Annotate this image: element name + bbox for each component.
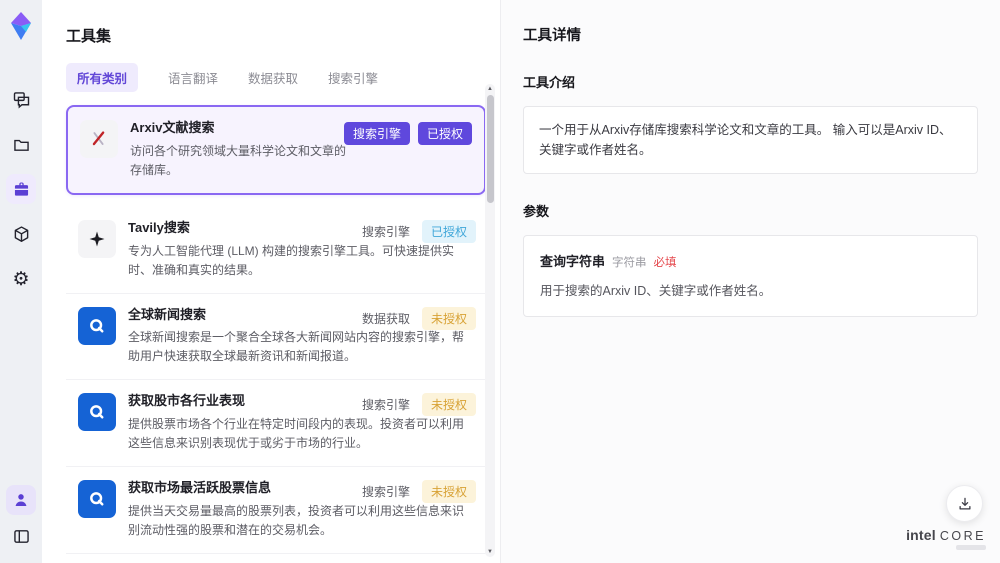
category-tabs: 所有类别 语言翻译 数据获取 搜索引擎 <box>66 63 500 92</box>
tool-card[interactable]: 全球新闻搜索 全球新闻搜索是一个聚合全球各大新闻网站内容的搜索引擎，帮助用户快速获… <box>66 293 486 381</box>
nav-icons: ⚙ <box>6 84 36 294</box>
category-badge: 搜索引擎 <box>361 398 410 413</box>
category-badge: 数据获取 <box>361 311 410 326</box>
category-tab[interactable]: 数据获取 <box>248 68 298 87</box>
arxiv-icon <box>80 120 118 158</box>
tool-description: 访问各个研究领域大量科学论文和文章的存储库。 <box>130 143 347 177</box>
scroll-up-arrow[interactable]: ▲ <box>485 84 495 94</box>
scrollbar-thumb[interactable] <box>486 95 494 203</box>
active-stocks-icon <box>78 480 116 519</box>
auth-status-badge: 未授权 <box>421 393 476 417</box>
category-badge: 搜索引擎 <box>361 485 410 500</box>
auth-status-badge: 未授权 <box>421 480 476 504</box>
global-news-search-icon <box>78 306 116 345</box>
auth-status-badge: 未授权 <box>421 306 476 330</box>
param-name: 查询字符串 <box>540 254 606 269</box>
intro-box: 一个用于从Arxiv存储库搜索科学论文和文章的工具。 输入可以是Arxiv ID… <box>523 106 978 174</box>
download-button[interactable] <box>946 485 983 522</box>
param-type: 字符串 <box>612 257 647 269</box>
tool-description: 提供当天交易量最高的股票列表，投资者可以利用这些信息来识别流动性强的股票和潜在的… <box>128 504 465 538</box>
page-title: 工具集 <box>66 28 112 45</box>
tool-card[interactable]: Tavily搜索 专为人工智能代理 (LLM) 构建的搜索引擎工具。可快速提供实时… <box>66 206 486 294</box>
tool-card[interactable]: 获取股市各行业表现 提供股票市场各个行业在特定时间段内的表现。投资者可以利用这些信… <box>66 380 486 468</box>
tool-detail-panel: 工具详情 工具介绍 一个用于从Arxiv存储库搜索科学论文和文章的工具。 输入可… <box>500 0 1000 563</box>
tool-list: Arxiv文献搜索 访问各个研究领域大量科学论文和文章的存储库。 搜索引擎 已授权 Ta… <box>66 105 486 563</box>
tool-card[interactable]: Arxiv文献搜索 访问各个研究领域大量科学论文和文章的存储库。 搜索引擎 已授权 <box>66 105 486 195</box>
param-description: 用于搜索的Arxiv ID、关键字或作者姓名。 <box>540 284 772 298</box>
scrollbar[interactable]: ▲ ▼ <box>485 84 495 557</box>
cube-icon[interactable] <box>6 219 36 249</box>
tool-description: 专为人工智能代理 (LLM) 构建的搜索引擎工具。可快速提供实时、准确和真实的结… <box>128 243 455 277</box>
tool-card[interactable]: 获取市场最活跃股票信息 提供当天交易量最高的股票列表，投资者可以利用这些信息来识别… <box>66 467 486 554</box>
nav-rail: ⚙ <box>0 0 42 563</box>
nav-bottom-icons <box>6 485 36 551</box>
category-badge: 搜索引擎 <box>361 224 410 239</box>
brand-subline <box>956 545 986 550</box>
profile-icon[interactable] <box>6 485 36 515</box>
param-box: 查询字符串 字符串 必填 用于搜索的Arxiv ID、关键字或作者姓名。 <box>523 235 978 317</box>
tool-description: 提供股票市场各个行业在特定时间段内的表现。投资者可以利用这些信息来识别表现优于或… <box>128 417 465 451</box>
core-wordmark: core <box>939 528 986 543</box>
category-badge: 搜索引擎 <box>343 122 410 145</box>
scroll-down-arrow[interactable]: ▼ <box>485 547 495 557</box>
intro-heading: 工具介绍 <box>523 75 576 90</box>
gear-icon[interactable]: ⚙ <box>6 264 36 294</box>
category-tab[interactable]: 所有类别 <box>66 63 139 92</box>
category-tab[interactable]: 搜索引擎 <box>328 68 378 87</box>
tool-card[interactable]: 万维地区新闻查询查询具体行政区划内的新闻，快速了解各地新闻动搜索引擎未授权 <box>66 553 486 563</box>
intro-text: 一个用于从Arxiv存储库搜索科学论文和文章的工具。 输入可以是Arxiv ID… <box>539 123 952 157</box>
auth-status-badge: 已授权 <box>421 219 476 243</box>
tools-panel: 工具集 所有类别 语言翻译 数据获取 搜索引擎 Arxiv文献搜索 访问各个研究领域大量… <box>42 0 500 563</box>
toolbox-icon[interactable] <box>6 174 36 204</box>
param-required-badge: 必填 <box>653 257 677 269</box>
intel-core-logo: intel core <box>906 526 986 550</box>
tavily-icon <box>78 219 116 258</box>
app-logo[interactable] <box>6 10 36 42</box>
panel-toggle-icon[interactable] <box>6 521 36 551</box>
intel-wordmark: intel <box>906 526 936 543</box>
folder-icon[interactable] <box>6 129 36 159</box>
auth-status-badge: 已授权 <box>417 122 472 145</box>
category-tab[interactable]: 语言翻译 <box>168 68 218 87</box>
params-heading: 参数 <box>523 204 550 219</box>
tool-description: 全球新闻搜索是一个聚合全球各大新闻网站内容的搜索引擎，帮助用户快速获取全球最新资… <box>128 330 465 364</box>
app-window: ⚙ 工具集 所有类别 语言翻译 数据获取 搜索引擎 Arxiv文献搜索 访问各个研究领域… <box>0 0 1000 563</box>
chat-icon[interactable] <box>6 84 36 114</box>
detail-title: 工具详情 <box>523 28 581 44</box>
sector-performance-icon <box>78 393 116 432</box>
